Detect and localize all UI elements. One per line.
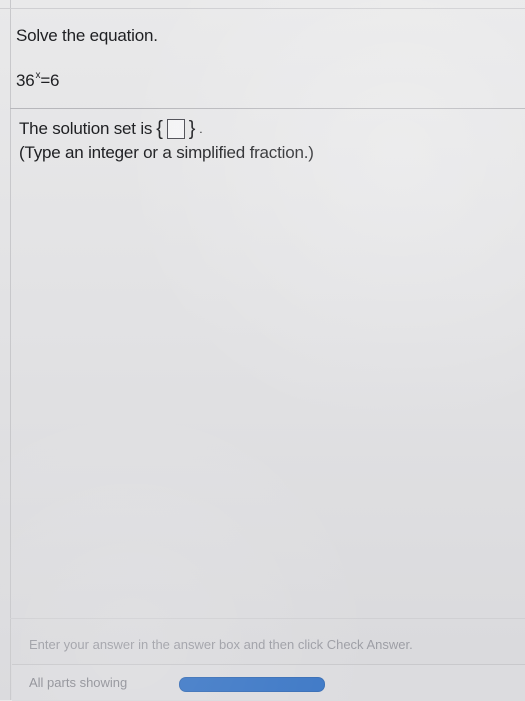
equation: 36x=6 bbox=[16, 70, 158, 91]
equation-rhs: =6 bbox=[40, 71, 60, 90]
question-instruction: Solve the equation. bbox=[16, 26, 158, 45]
question-divider bbox=[10, 108, 525, 109]
close-brace: } bbox=[188, 118, 196, 140]
parts-showing-label: All parts showing bbox=[29, 675, 128, 690]
solution-set-line: The solution set is { } . bbox=[19, 119, 314, 139]
open-brace: { bbox=[156, 118, 163, 140]
top-divider bbox=[0, 8, 525, 9]
question-panel: Solve the equation. 36x=6 bbox=[16, 26, 158, 91]
solution-set-label: The solution set is bbox=[19, 119, 153, 138]
footer-divider bbox=[10, 618, 525, 619]
answer-hint: (Type an integer or a simplified fractio… bbox=[19, 143, 314, 162]
parts-progress-bar bbox=[179, 677, 325, 692]
solution-set-input[interactable] bbox=[166, 119, 185, 139]
math-question-screen: Solve the equation. 36x=6 The solution s… bbox=[0, 0, 525, 701]
screen-frame bbox=[10, 0, 525, 700]
equation-base: 36 bbox=[16, 71, 35, 90]
footer-instruction: Enter your answer in the answer box and … bbox=[29, 637, 413, 652]
answer-area: The solution set is { } . (Type an integ… bbox=[19, 119, 314, 163]
bottom-toolbar: All parts showing bbox=[12, 664, 525, 701]
solution-period: . bbox=[199, 122, 203, 136]
